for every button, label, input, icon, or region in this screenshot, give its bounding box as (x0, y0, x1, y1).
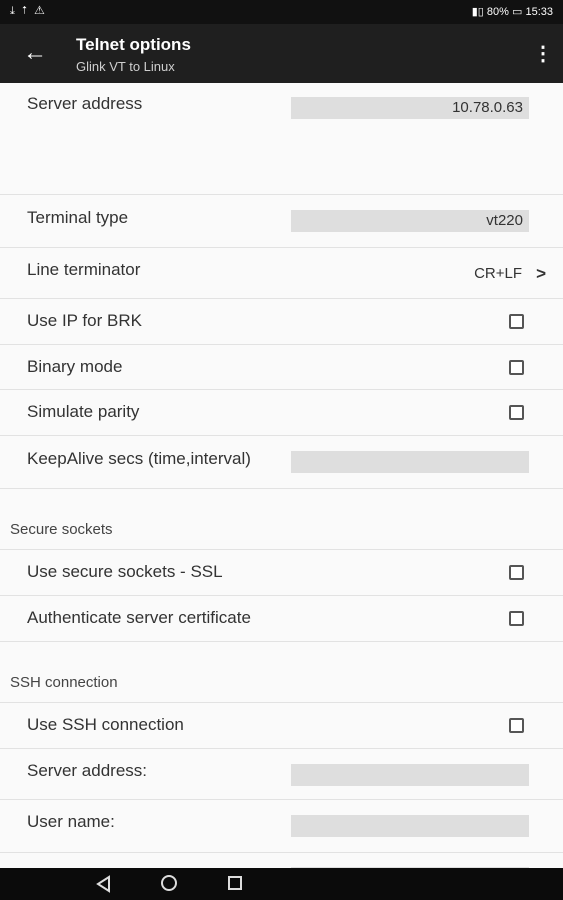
nav-back-icon[interactable] (94, 874, 114, 894)
ssh-user-name-input[interactable] (291, 815, 529, 837)
use-ssh-label: Use SSH connection (27, 715, 184, 734)
keepalive-label: KeepAlive secs (time,interval) (27, 449, 251, 468)
notification-icons: ⤓ ⭡ ⚠ (10, 5, 47, 17)
auth-cert-checkbox[interactable] (509, 611, 524, 626)
ssh-server-address-label: Server address: (27, 761, 147, 780)
keepalive-row: KeepAlive secs (time,interval) (0, 436, 563, 489)
terminal-type-row: Terminal type vt220 (0, 195, 563, 248)
app-bar: ← Telnet options Glink VT to Linux ⋮ (0, 24, 563, 83)
use-ssl-row: Use secure sockets - SSL (0, 550, 563, 596)
use-ssl-checkbox[interactable] (509, 565, 524, 580)
battery-icon: ▭ (512, 6, 523, 18)
system-nav-bar (0, 868, 563, 900)
nav-home-icon[interactable] (161, 875, 177, 891)
use-ssl-label: Use secure sockets - SSL (27, 562, 223, 581)
auth-cert-row: Authenticate server certificate (0, 596, 563, 642)
status-bar: ⤓ ⭡ ⚠ ▮▯ 80% ▭ 15:33 (0, 0, 563, 24)
nav-recents-icon[interactable] (228, 876, 242, 890)
secure-sockets-header: Secure sockets (10, 521, 113, 538)
ssh-server-address-row: Server address: (0, 749, 563, 800)
auth-cert-label: Authenticate server certificate (27, 608, 251, 627)
use-ip-brk-label: Use IP for BRK (27, 311, 142, 330)
binary-mode-label: Binary mode (27, 357, 123, 376)
ssh-header: SSH connection (10, 674, 118, 691)
chevron-right-icon: > (536, 264, 546, 283)
ssh-user-name-label: User name: (27, 812, 115, 831)
line-terminator-value: CR+LF (474, 265, 522, 282)
binary-mode-checkbox[interactable] (509, 360, 524, 375)
clock: 15:33 (525, 6, 553, 18)
binary-mode-row: Binary mode (0, 345, 563, 390)
status-right: ▮▯ 80% ▭ 15:33 (472, 5, 553, 18)
ssh-server-address-input[interactable] (291, 764, 529, 786)
simulate-parity-row: Simulate parity (0, 390, 563, 436)
terminal-type-input[interactable]: vt220 (291, 210, 529, 232)
keepalive-input[interactable] (291, 451, 529, 473)
secure-sockets-section: Secure sockets (0, 489, 563, 550)
use-ssh-row: Use SSH connection (0, 703, 563, 749)
ssh-section: SSH connection (0, 642, 563, 703)
page-subtitle: Glink VT to Linux (76, 59, 175, 74)
battery-percent: 80% (486, 6, 509, 18)
simulate-parity-checkbox[interactable] (509, 405, 524, 420)
use-ssh-checkbox[interactable] (509, 718, 524, 733)
use-ip-brk-checkbox[interactable] (509, 314, 524, 329)
server-address-input[interactable]: 10.78.0.63 (291, 97, 529, 119)
settings-list: Server address 10.78.0.63 Terminal type … (0, 83, 563, 868)
simulate-parity-label: Simulate parity (27, 402, 140, 421)
ssh-user-name-row: User name: (0, 800, 563, 853)
server-address-label: Server address (27, 94, 143, 113)
back-arrow-icon[interactable]: ← (22, 40, 48, 66)
line-terminator-row[interactable]: Line terminator CR+LF > (0, 248, 563, 299)
signal-icon: ▮▯ (471, 6, 484, 18)
ssh-password-row (0, 853, 563, 868)
overflow-menu-icon[interactable]: ⋮ (533, 41, 553, 67)
use-ip-brk-row: Use IP for BRK (0, 299, 563, 345)
terminal-type-label: Terminal type (27, 208, 129, 227)
server-address-row: Server address 10.78.0.63 (0, 83, 563, 195)
line-terminator-label: Line terminator (27, 260, 141, 279)
page-title: Telnet options (76, 35, 191, 54)
